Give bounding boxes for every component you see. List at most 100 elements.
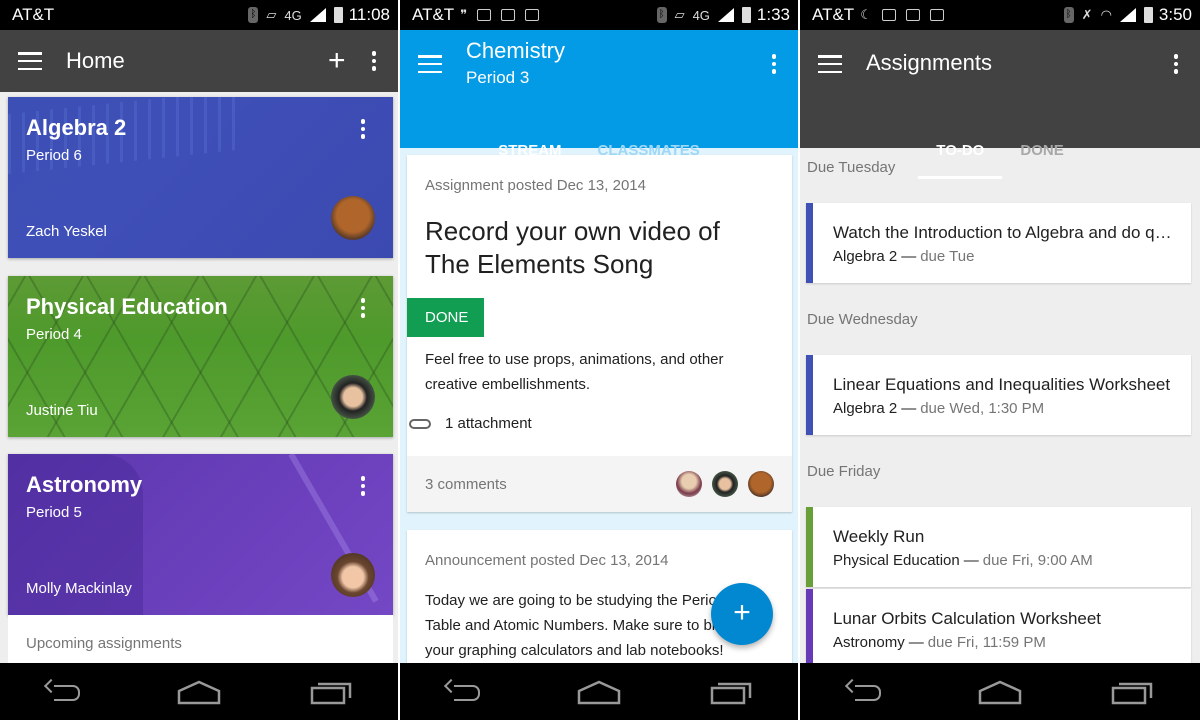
home-icon[interactable] <box>177 679 221 705</box>
recent-apps-icon[interactable] <box>310 679 354 705</box>
bluetooth-icon: ᛒ <box>1063 7 1074 23</box>
clock: 1:33 <box>756 5 790 24</box>
recent-apps-icon[interactable] <box>710 679 754 705</box>
create-post-fab[interactable]: + <box>711 583 773 645</box>
class-period: Period 3 <box>466 68 530 87</box>
signal-icon <box>717 8 734 22</box>
course-name: Algebra 2 <box>833 400 898 417</box>
signal-icon <box>309 8 326 22</box>
back-icon[interactable] <box>44 679 88 705</box>
course-period: Period 6 <box>26 147 82 164</box>
image-icon <box>881 9 896 21</box>
course-title: Physical Education <box>26 294 228 319</box>
network-type-icon: 4G <box>284 7 302 23</box>
comments-bar[interactable]: 3 comments <box>407 456 792 512</box>
due-date: due Tue <box>920 248 975 265</box>
post-meta: Announcement posted Dec 13, 2014 <box>425 552 669 569</box>
classroom-icon <box>929 9 944 21</box>
course-card-algebra-2[interactable]: Algebra 2 Period 6 Zach Yeskel <box>8 97 393 258</box>
separator: — <box>901 248 917 265</box>
carrier-label: AT&T <box>12 5 55 24</box>
course-card-physical-education[interactable]: Physical Education Period 4 Justine Tiu <box>8 276 393 437</box>
gmail-icon <box>477 9 492 21</box>
page-title: Home <box>66 48 125 73</box>
app-bar: Assignments TO-DO DONE <box>800 30 1200 179</box>
teacher-avatar <box>331 553 375 597</box>
course-name: Physical Education <box>833 552 960 569</box>
commenter-avatar <box>748 471 774 497</box>
due-date: due Fri, 11:59 PM <box>927 634 1046 651</box>
gmail-icon <box>905 9 920 21</box>
wifi-icon: ◠ <box>1100 7 1112 22</box>
course-color-stripe <box>806 355 813 435</box>
hamburger-icon[interactable] <box>18 52 42 70</box>
assignment-description: Feel free to use props, animations, and … <box>425 351 724 393</box>
system-nav-bar <box>400 663 798 720</box>
tab-to-do[interactable]: TO-DO <box>918 123 1003 179</box>
app-bar: Chemistry Period 3 STREAM CLASSMATES <box>400 30 798 179</box>
hamburger-icon[interactable] <box>418 55 442 73</box>
network-type-icon: 4G <box>692 7 710 23</box>
clock: 3:50 <box>1158 5 1192 24</box>
hamburger-icon[interactable] <box>818 55 842 73</box>
attachment-count: 1 attachment <box>445 415 532 432</box>
assignment-post-card[interactable]: Assignment posted Dec 13, 2014 Record yo… <box>407 155 792 512</box>
assignments-screen: AT&T ☾ ᛒ ✗ ◠ 3:50 Assignments TO-DO DONE… <box>800 0 1200 720</box>
hangouts-icon: ❞ <box>460 7 468 22</box>
home-icon[interactable] <box>978 679 1022 705</box>
course-menu-icon[interactable] <box>357 476 370 496</box>
assignment-item[interactable]: Weekly Run Physical Education — due Fri, 9… <box>806 507 1191 587</box>
back-icon[interactable] <box>845 679 889 705</box>
more-vert-icon[interactable] <box>368 51 381 71</box>
clock: 11:08 <box>348 5 390 24</box>
assignment-title: Linear Equations and Inequalities Worksh… <box>833 375 1171 394</box>
assignment-title: Record your own video of The Elements So… <box>425 216 720 279</box>
status-bar: AT&T ❞ ᛒ ▱ 4G 1:33 <box>400 0 798 30</box>
comment-count: 3 comments <box>425 475 507 493</box>
separator: — <box>963 552 979 569</box>
assignment-item[interactable]: Linear Equations and Inequalities Worksh… <box>806 355 1191 435</box>
class-title: Chemistry <box>466 38 566 63</box>
assignment-item[interactable]: Watch the Introduction to Algebra and do… <box>806 203 1191 283</box>
separator: — <box>908 634 924 651</box>
attachment-link[interactable]: 1 attachment <box>407 415 532 432</box>
course-teacher: Zach Yeskel <box>26 223 107 240</box>
battery-icon <box>333 7 343 23</box>
battery-icon <box>741 7 751 23</box>
upcoming-assignments-label[interactable]: Upcoming assignments <box>8 615 393 665</box>
teacher-avatar <box>331 196 375 240</box>
moon-icon: ☾ <box>860 7 872 22</box>
course-menu-icon[interactable] <box>357 119 370 139</box>
back-icon[interactable] <box>444 679 488 705</box>
group-label-due-tuesday: Due Tuesday <box>807 159 896 176</box>
status-bar: AT&T ☾ ᛒ ✗ ◠ 3:50 <box>800 0 1200 30</box>
image-icon <box>501 9 516 21</box>
tab-done[interactable]: DONE <box>1002 123 1081 179</box>
course-title: Astronomy <box>26 472 143 497</box>
course-menu-icon[interactable] <box>357 298 370 318</box>
status-bar: AT&T ᛒ ▱ 4G 11:08 <box>0 0 398 30</box>
system-nav-bar <box>0 663 398 720</box>
assignment-item[interactable]: Lunar Orbits Calculation Worksheet Astro… <box>806 589 1191 669</box>
separator: — <box>901 400 917 417</box>
paperclip-icon <box>409 418 431 429</box>
gmail-icon <box>525 9 540 21</box>
carrier-label: AT&T <box>812 5 855 24</box>
course-name: Algebra 2 <box>833 248 898 265</box>
add-class-button[interactable]: + <box>328 46 346 76</box>
recent-apps-icon[interactable] <box>1111 679 1155 705</box>
post-meta: Assignment posted Dec 13, 2014 <box>425 177 646 194</box>
course-name: Astronomy <box>833 634 905 651</box>
done-status-badge[interactable]: DONE <box>407 298 484 337</box>
due-date: due Fri, 9:00 AM <box>982 552 1093 569</box>
course-color-stripe <box>806 507 813 587</box>
home-icon[interactable] <box>577 679 621 705</box>
battery-icon <box>1143 7 1153 23</box>
due-date: due Wed, 1:30 PM <box>920 400 1045 417</box>
more-vert-icon[interactable] <box>1170 54 1183 74</box>
page-title: Assignments <box>866 50 992 75</box>
course-card-astronomy[interactable]: Astronomy Period 5 Molly Mackinlay <box>8 454 393 615</box>
home-screen: AT&T ᛒ ▱ 4G 11:08 Home + Algebra 2 Perio… <box>0 0 398 720</box>
carrier-label: AT&T <box>412 5 455 24</box>
more-vert-icon[interactable] <box>768 54 781 74</box>
